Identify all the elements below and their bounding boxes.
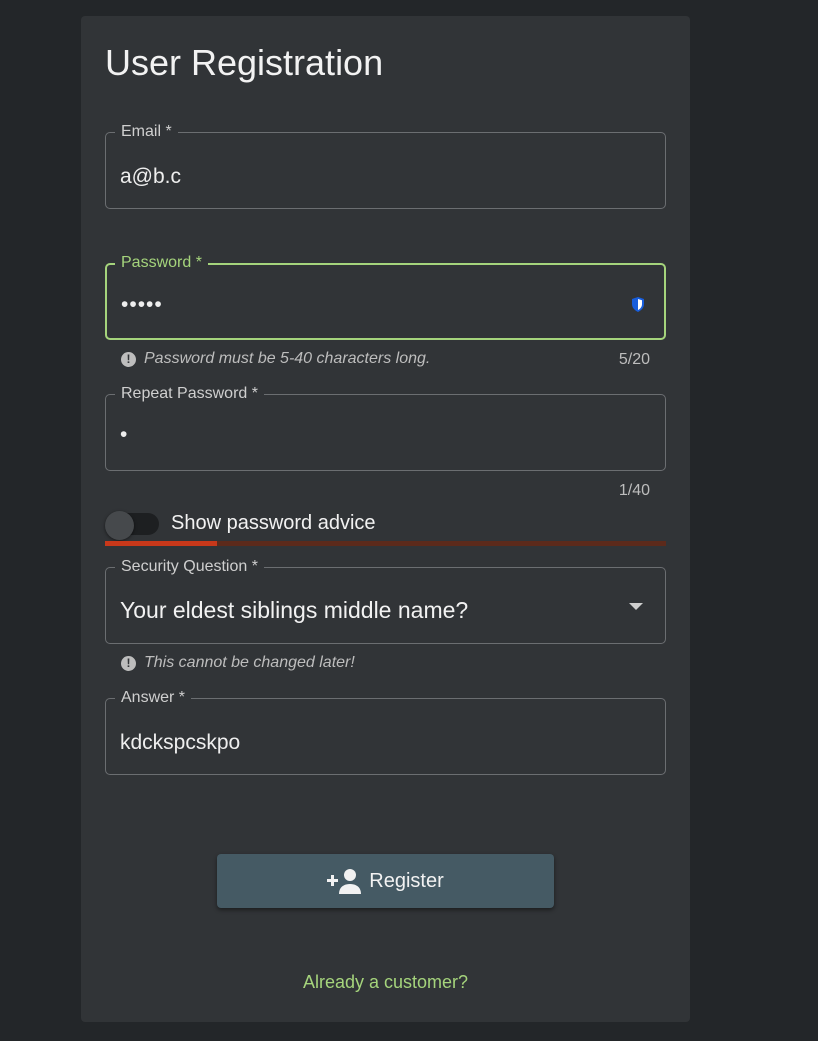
email-field[interactable]: Email * a@b.c — [105, 123, 666, 209]
security-question-hint: ! This cannot be changed later! — [121, 654, 355, 672]
answer-label: Answer * — [115, 689, 192, 707]
repeat-password-counter: 1/40 — [618, 482, 650, 499]
security-question-select[interactable]: Security Question * Your eldest siblings… — [105, 558, 666, 644]
page-title: User Registration — [105, 42, 384, 83]
password-counter: 5/20 — [618, 351, 650, 368]
password-advice-toggle[interactable] — [105, 511, 159, 540]
password-manager-shield-icon[interactable] — [632, 297, 644, 312]
email-value[interactable]: a@b.c — [120, 165, 181, 189]
password-hint-text: Password must be 5-40 characters long. — [144, 350, 431, 367]
email-label: Email * — [115, 123, 178, 141]
chevron-down-icon[interactable] — [629, 603, 643, 610]
already-customer-link[interactable]: Already a customer? — [81, 972, 690, 993]
security-question-label: Security Question * — [115, 558, 264, 576]
info-icon: ! — [121, 655, 136, 671]
password-label: Password * — [115, 254, 208, 272]
password-advice-label[interactable]: Show password advice — [171, 512, 376, 535]
password-hint: ! Password must be 5-40 characters long. — [121, 350, 430, 368]
registration-card: User Registration Email * a@b.c Password… — [81, 16, 690, 1022]
password-field[interactable]: Password * ••••• — [105, 254, 666, 340]
repeat-password-label: Repeat Password * — [115, 385, 264, 403]
answer-field[interactable]: Answer * kdckspcskpo — [105, 689, 666, 775]
register-button[interactable]: Register — [217, 854, 554, 908]
repeat-password-value[interactable]: • — [120, 423, 128, 447]
password-value[interactable]: ••••• — [121, 293, 163, 317]
password-strength-meter — [105, 541, 666, 546]
security-question-value[interactable]: Your eldest siblings middle name? — [120, 597, 468, 624]
toggle-knob[interactable] — [105, 511, 134, 540]
password-strength-fill — [105, 541, 218, 546]
register-button-label: Register — [369, 869, 444, 892]
security-question-hint-text: This cannot be changed later! — [144, 654, 355, 671]
person-add-icon — [327, 869, 362, 894]
repeat-password-field[interactable]: Repeat Password * • — [105, 385, 666, 471]
info-icon: ! — [121, 351, 136, 367]
answer-value[interactable]: kdckspcskpo — [120, 731, 240, 755]
